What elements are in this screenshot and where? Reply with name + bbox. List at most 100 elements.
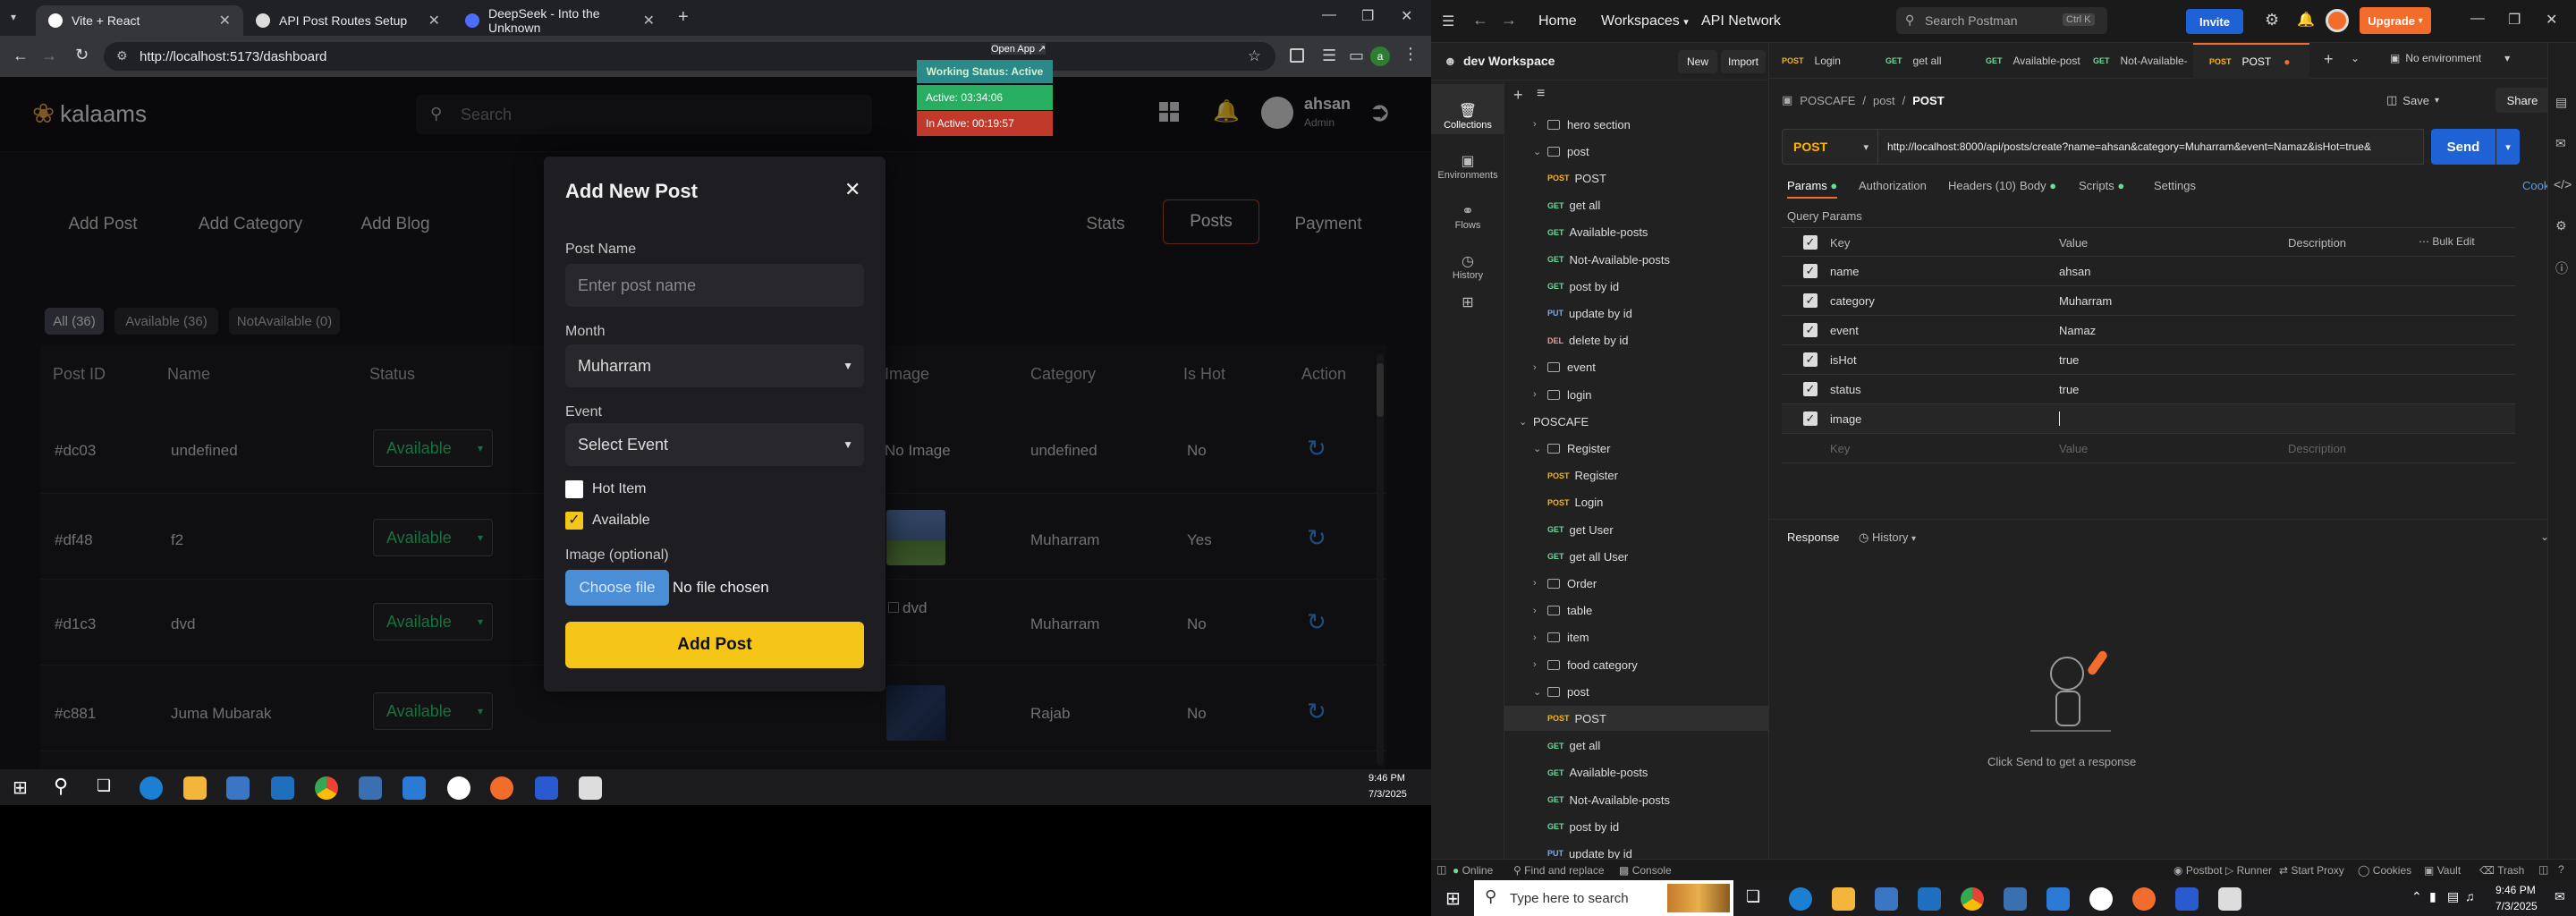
cookies-footer[interactable]: ◯ Cookies bbox=[2358, 864, 2411, 877]
tree-request-item[interactable]: GET get all bbox=[1547, 734, 1600, 759]
comments-icon[interactable]: ✉ bbox=[2555, 136, 2566, 151]
tab-api-post-routes[interactable]: API Post Routes Setup ✕ bbox=[243, 5, 453, 36]
subtab-scripts[interactable]: Scripts ● bbox=[2079, 179, 2124, 192]
url-input[interactable]: ⚙ http://localhost:5173/dashboard ☆ bbox=[104, 42, 1275, 71]
req-tab-not-available[interactable]: GET Not-Available- bbox=[2093, 43, 2188, 79]
filter-icon[interactable]: ≡ bbox=[1537, 86, 1545, 102]
volume-icon[interactable]: ♫ bbox=[2465, 889, 2475, 903]
post-name-input[interactable]: Enter post name bbox=[565, 264, 864, 307]
subtab-authorization[interactable]: Authorization bbox=[1859, 179, 1927, 192]
app-icon[interactable] bbox=[2218, 887, 2241, 911]
send-options-button[interactable]: ▾ bbox=[2496, 129, 2520, 165]
tab-deepseek[interactable]: DeepSeek - Into the Unknown ✕ bbox=[453, 5, 667, 36]
tree-folder-item[interactable]: › hero section bbox=[1533, 112, 1631, 137]
sidebar-icon[interactable]: ▭ bbox=[1349, 47, 1364, 65]
req-tab-available-post[interactable]: GET Available-post bbox=[1986, 43, 2080, 79]
chrome-icon[interactable] bbox=[315, 776, 338, 800]
tree-folder-item[interactable]: › login bbox=[1533, 382, 1591, 407]
add-post-submit-button[interactable]: Add Post bbox=[565, 622, 864, 668]
store-icon[interactable] bbox=[1875, 887, 1898, 911]
close-icon[interactable]: ✕ bbox=[643, 12, 655, 30]
param-checkbox[interactable]: ✓ bbox=[1803, 264, 1818, 278]
close-window-icon[interactable]: ✕ bbox=[2546, 11, 2557, 29]
tree-request-item[interactable]: GET post by id bbox=[1547, 274, 1619, 299]
hot-item-checkbox[interactable] bbox=[565, 480, 583, 498]
file-explorer-icon[interactable] bbox=[183, 776, 207, 800]
vault[interactable]: ▣ Vault bbox=[2424, 864, 2461, 877]
online-status[interactable]: ● Online bbox=[1453, 864, 1493, 877]
upgrade-button[interactable]: Upgrade ▾ bbox=[2360, 7, 2431, 34]
param-key[interactable]: isHot bbox=[1830, 353, 1857, 367]
tree-request-item[interactable]: GET get all bbox=[1547, 193, 1600, 218]
documentation-icon[interactable]: ▤ bbox=[2555, 95, 2567, 110]
layout-icon[interactable]: ◫ bbox=[2538, 863, 2548, 876]
invite-button[interactable]: Invite bbox=[2186, 9, 2243, 34]
back-icon[interactable]: ← bbox=[1472, 11, 1488, 30]
tab-search-icon[interactable]: ▾ bbox=[11, 11, 16, 23]
chrome-menu-icon[interactable]: ⋮ bbox=[1402, 45, 1419, 64]
close-window-icon[interactable]: ✕ bbox=[1401, 7, 1412, 25]
tray-chevron-icon[interactable]: ⌃ bbox=[2411, 889, 2422, 904]
postman-icon[interactable] bbox=[490, 776, 513, 800]
param-checkbox[interactable]: ✓ bbox=[1803, 382, 1818, 396]
param-value[interactable]: Namaz bbox=[2059, 324, 2096, 337]
battery-icon[interactable]: ▮ bbox=[2429, 889, 2436, 904]
notification-icon[interactable]: ✉ bbox=[2555, 889, 2565, 904]
find-replace[interactable]: ⚲ Find and replace bbox=[1513, 864, 1605, 877]
param-key[interactable]: category bbox=[1830, 294, 1875, 308]
tree-request-item[interactable]: POST POST bbox=[1547, 165, 1606, 191]
save-button[interactable]: ◫ Save ▾ bbox=[2386, 93, 2439, 107]
forward-icon[interactable]: → bbox=[1501, 11, 1517, 30]
param-checkbox[interactable]: ✓ bbox=[1803, 293, 1818, 308]
tree-folder-item[interactable]: › event bbox=[1533, 355, 1596, 380]
app-icon[interactable] bbox=[359, 776, 382, 800]
postman-search-input[interactable]: ⚲ Search Postman Ctrl K bbox=[1896, 7, 2107, 34]
close-icon[interactable]: ✕ bbox=[219, 12, 231, 30]
edge-icon[interactable] bbox=[1789, 887, 1812, 911]
gear-icon[interactable]: ⚙ bbox=[2265, 11, 2279, 30]
param-value[interactable]: ahsan bbox=[2059, 265, 2090, 278]
params-empty-row[interactable]: Key Value Description bbox=[1782, 434, 2515, 463]
tree-request-item[interactable]: GET Not-Available-posts bbox=[1547, 247, 1670, 272]
tree-request-item[interactable]: GET get User bbox=[1547, 517, 1614, 542]
task-view-icon[interactable]: ❏ bbox=[97, 776, 111, 795]
subtab-params[interactable]: Params ● bbox=[1787, 179, 1838, 199]
nav-home[interactable]: Home bbox=[1538, 13, 1577, 30]
mail-icon[interactable] bbox=[271, 776, 294, 800]
tree-request-item[interactable]: POST POST bbox=[1504, 706, 1769, 732]
param-key[interactable]: name bbox=[1830, 265, 1860, 278]
select-all-checkbox[interactable]: ✓ bbox=[1803, 235, 1818, 250]
param-value[interactable]: true bbox=[2059, 383, 2079, 396]
add-collection-icon[interactable]: + bbox=[1513, 86, 1523, 105]
bulk-edit-button[interactable]: ⋯ Bulk Edit bbox=[2419, 235, 2475, 248]
rail-more[interactable]: ⊞ bbox=[1431, 279, 1504, 315]
new-button[interactable]: New bbox=[1678, 50, 1717, 73]
forward-icon[interactable]: → bbox=[41, 47, 57, 65]
environment-select[interactable]: ▣ No environment ▾ bbox=[2390, 52, 2510, 64]
history-dropdown[interactable]: ◷ History ▾ bbox=[1859, 530, 1916, 545]
tree-request-item[interactable]: GET post by id bbox=[1547, 814, 1619, 839]
request-url-input[interactable]: http://localhost:8000/api/posts/create?n… bbox=[1878, 129, 2424, 165]
tree-folder-item[interactable]: ⌄ POSCAFE bbox=[1519, 409, 1589, 434]
tree-request-item[interactable]: GET get all User bbox=[1547, 544, 1628, 569]
rail-flows[interactable]: ⚭ Flows bbox=[1431, 184, 1504, 234]
store-icon[interactable] bbox=[226, 776, 250, 800]
chevron-right-icon[interactable]: › bbox=[1533, 578, 1547, 589]
chevron-right-icon[interactable]: › bbox=[1533, 632, 1547, 643]
tree-folder-item[interactable]: › food category bbox=[1533, 652, 1638, 677]
task-view-icon[interactable]: ❏ bbox=[1746, 887, 1760, 906]
tree-folder-item[interactable]: › table bbox=[1533, 598, 1592, 623]
subtab-body[interactable]: Body ● bbox=[2020, 179, 2056, 192]
tree-request-item[interactable]: POST Register bbox=[1547, 463, 1618, 488]
param-checkbox[interactable]: ✓ bbox=[1803, 411, 1818, 426]
trash[interactable]: ⌫ Trash bbox=[2479, 864, 2524, 877]
info-icon[interactable]: ⓘ bbox=[2555, 259, 2568, 277]
vscode-icon[interactable] bbox=[402, 776, 426, 800]
rail-collections[interactable]: 🗑 Collections bbox=[1431, 84, 1504, 134]
file-explorer-icon[interactable] bbox=[1832, 887, 1855, 911]
close-icon[interactable]: ✕ bbox=[428, 12, 440, 30]
taskbar-search-input[interactable]: ⚲ Type here to search bbox=[1474, 880, 1733, 916]
req-tab-login[interactable]: POST Login bbox=[1782, 43, 1841, 79]
event-select[interactable]: Select Event ▼ bbox=[565, 423, 864, 466]
req-tab-post-active[interactable]: POST POST ● bbox=[2193, 43, 2309, 79]
